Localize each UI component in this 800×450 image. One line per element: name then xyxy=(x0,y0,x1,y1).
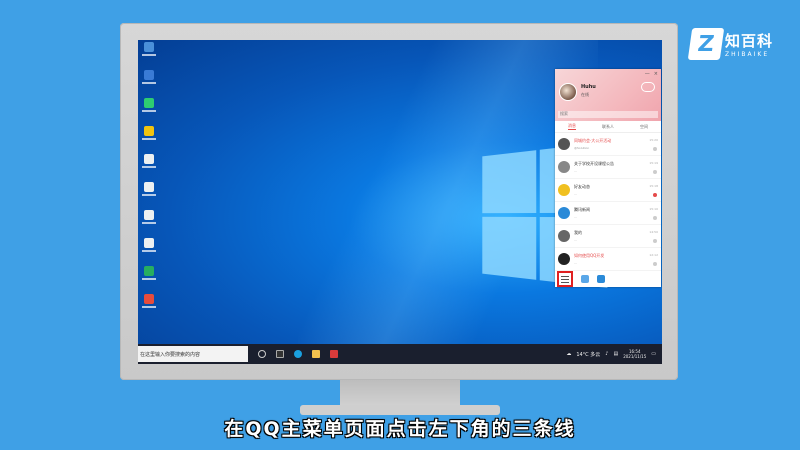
monitor-stand xyxy=(340,380,460,408)
clock[interactable]: 16:54 2021/11/15 xyxy=(623,349,646,359)
unread-dot xyxy=(653,170,657,174)
chat-preview: @Solution xyxy=(574,146,590,150)
unread-dot xyxy=(653,193,657,197)
main-menu-button[interactable] xyxy=(557,271,573,287)
qq-bottom-bar xyxy=(555,271,661,287)
chat-time: 12:12 xyxy=(649,253,658,257)
desktop-icon[interactable] xyxy=(140,154,158,168)
desktop-icon[interactable] xyxy=(140,238,158,252)
chat-avatar-icon xyxy=(558,253,570,265)
desktop-icon[interactable] xyxy=(140,210,158,224)
qq-main-panel: — × Huhu 在线 搜索 消息 联系人 空间 同城约会·大公开活动 @Sol… xyxy=(555,69,661,287)
minimize-icon[interactable]: — xyxy=(645,71,650,77)
chat-time: 15:19 xyxy=(649,161,658,165)
chat-title: 同城约会·大公开活动 xyxy=(574,138,612,143)
chat-time: 14:50 xyxy=(649,230,658,234)
qq-search-input[interactable]: 搜索 xyxy=(558,111,658,118)
caption-subtitle: 在QQ主菜单页面点击左下角的三条线 xyxy=(224,418,576,440)
desktop-icon[interactable] xyxy=(140,266,158,280)
weather-text[interactable]: 14°C 多云 xyxy=(576,351,600,358)
device-icon xyxy=(558,230,570,242)
chat-title: 好友动态 xyxy=(574,184,590,189)
desktop-icon[interactable] xyxy=(140,294,158,308)
list-item[interactable]: 如何使用QQ开发 … 12:12 xyxy=(555,248,661,271)
chat-time: 15:10 xyxy=(649,207,658,211)
desktop-icon[interactable] xyxy=(140,98,158,112)
chat-title: 如何使用QQ开发 xyxy=(574,253,605,258)
notification-icon[interactable]: ▭ xyxy=(651,351,656,357)
chat-preview: … xyxy=(574,192,577,196)
edge-icon[interactable] xyxy=(294,350,302,358)
chat-title: 腾讯新闻 xyxy=(574,207,590,212)
unread-dot xyxy=(653,262,657,266)
desktop-icon[interactable] xyxy=(140,42,158,56)
tab-messages[interactable]: 消息 xyxy=(568,123,576,130)
app-icon[interactable] xyxy=(597,275,605,283)
desktop-icon[interactable] xyxy=(140,126,158,140)
desktop-icon[interactable] xyxy=(140,182,158,196)
unread-dot xyxy=(653,216,657,220)
list-item[interactable]: 腾讯新闻 … 15:10 xyxy=(555,202,661,225)
qq-tabs: 消息 联系人 空间 xyxy=(555,121,661,133)
system-tray: ☁ 14°C 多云 ♪ ▤ 16:54 2021/11/15 ▭ xyxy=(566,349,662,359)
volume-icon[interactable]: ♪ xyxy=(605,351,608,357)
wps-icon[interactable] xyxy=(330,350,338,358)
qq-header: — × Huhu 在线 搜索 xyxy=(555,69,661,121)
app-icon[interactable] xyxy=(581,275,589,283)
chat-preview: … xyxy=(574,215,577,219)
app-icon[interactable] xyxy=(276,350,284,358)
chat-time: 15:18 xyxy=(649,184,658,188)
news-icon xyxy=(558,207,570,219)
close-icon[interactable]: × xyxy=(654,71,658,77)
qq-status[interactable]: 在线 xyxy=(581,92,589,98)
brand-name: 知百科 xyxy=(725,32,774,50)
star-icon xyxy=(558,184,570,196)
task-view-icon[interactable] xyxy=(258,350,266,358)
qq-username: Huhu xyxy=(581,84,596,90)
tab-contacts[interactable]: 联系人 xyxy=(602,124,614,130)
network-icon[interactable]: ▤ xyxy=(613,351,618,357)
brand-subtitle: ZHIBAIKE xyxy=(725,51,770,58)
tab-space[interactable]: 空间 xyxy=(640,124,648,130)
brand-logo: Z 知百科 ZHIBAIKE xyxy=(687,28,774,60)
folder-icon[interactable] xyxy=(312,350,320,358)
clock-date: 2021/11/15 xyxy=(623,354,647,359)
weather-cloud-icon xyxy=(641,82,655,92)
chat-time: 15:20 xyxy=(649,138,658,142)
desktop-icons xyxy=(140,42,158,308)
chat-preview: … xyxy=(574,261,577,265)
chat-title: 关于学校开设课程公告 xyxy=(574,161,614,166)
chat-preview: … xyxy=(574,169,577,173)
chat-avatar-icon xyxy=(558,161,570,173)
chat-preview: … xyxy=(574,238,577,242)
unread-dot xyxy=(653,239,657,243)
chat-title: 我的 xyxy=(574,230,582,235)
chat-avatar-icon xyxy=(558,138,570,150)
desktop-screen: — × Huhu 在线 搜索 消息 联系人 空间 同城约会·大公开活动 @Sol… xyxy=(138,40,662,364)
qq-window-controls: — × xyxy=(645,71,658,77)
taskbar-search-input[interactable]: 在这里输入你要搜索的内容 xyxy=(138,346,248,362)
desktop-icon[interactable] xyxy=(140,70,158,84)
brand-mark-icon: Z xyxy=(687,28,725,60)
list-item[interactable]: 我的 … 14:50 xyxy=(555,225,661,248)
unread-dot xyxy=(653,147,657,151)
list-item[interactable]: 好友动态 … 15:18 xyxy=(555,179,661,202)
list-item[interactable]: 关于学校开设课程公告 … 15:19 xyxy=(555,156,661,179)
taskbar: 在这里输入你要搜索的内容 ☁ 14°C 多云 ♪ ▤ 16:54 2021/11… xyxy=(138,344,662,364)
avatar[interactable] xyxy=(559,83,577,101)
weather-icon[interactable]: ☁ xyxy=(566,351,571,357)
qq-message-list: 同城约会·大公开活动 @Solution 15:20 关于学校开设课程公告 … … xyxy=(555,133,661,271)
list-item[interactable]: 同城约会·大公开活动 @Solution 15:20 xyxy=(555,133,661,156)
